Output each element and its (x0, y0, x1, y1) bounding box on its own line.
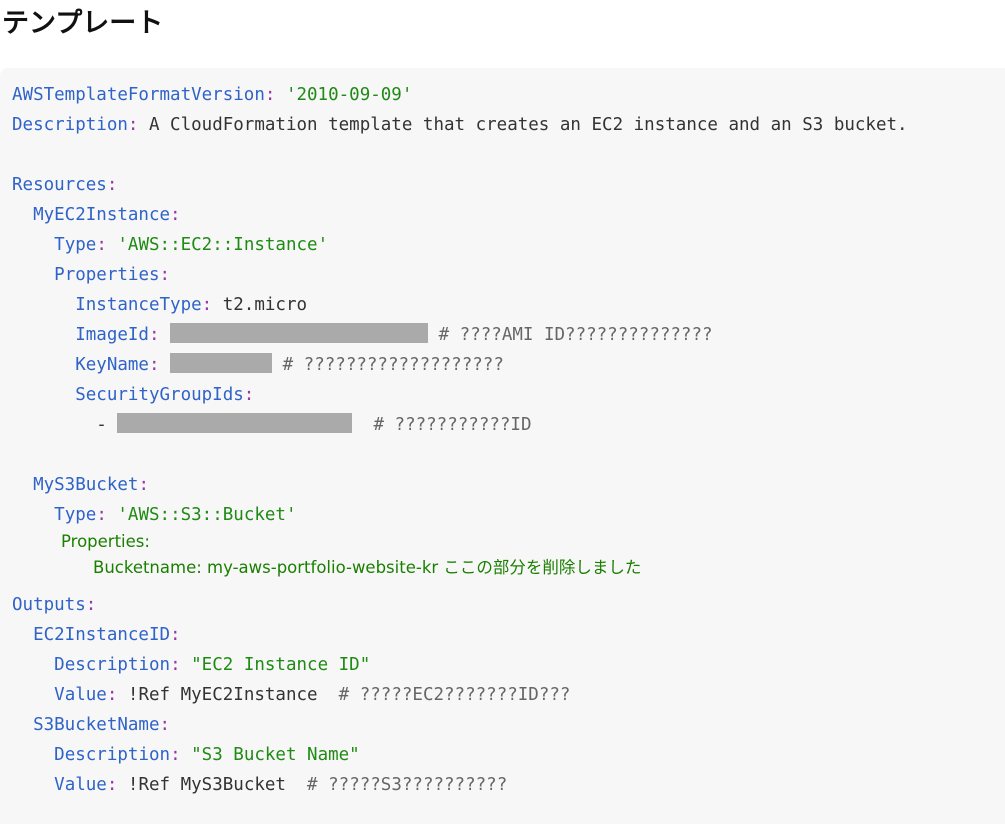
code-line-key-name: KeyName: # ??????????????????? (75, 353, 504, 375)
code-key: MyEC2Instance (33, 205, 171, 225)
code-line-security-group-item: - # ???????????ID (12, 410, 532, 440)
code-line-ec2-output-value: Value: !Ref MyEC2Instance # ?????EC2????… (54, 685, 571, 705)
code-line-security-group-ids: SecurityGroupIds: (75, 385, 255, 405)
code-key: ImageId (75, 325, 149, 345)
code-line-ec2-type: Type: 'AWS::EC2::Instance' (54, 235, 329, 255)
code-value: "EC2 Instance ID" (191, 655, 371, 675)
code-value: 'AWS::S3::Bucket' (117, 505, 297, 525)
code-line-myec2instance: MyEC2Instance: (33, 205, 181, 225)
code-value: t2.micro (222, 295, 308, 315)
code-comment: # ?????EC2???????ID??? (338, 685, 571, 705)
code-value: 'AWS::EC2::Instance' (117, 235, 329, 255)
code-key: Resources (12, 175, 107, 195)
code-line-resources: Resources: (12, 175, 118, 195)
code-line-image-id: ImageId: # ????AMI ID?????????????? (75, 323, 713, 345)
code-line-format-version: AWSTemplateFormatVersion: '2010-09-09' (12, 85, 413, 105)
code-key: Description (12, 115, 128, 135)
code-line-s3-output-description: Description: "S3 Bucket Name" (54, 745, 360, 765)
code-key: Properties (54, 265, 160, 285)
plain-text: Properties: (61, 532, 150, 551)
code-line-s3bucketname: S3BucketName: (33, 715, 171, 735)
code-line-description: Description: A CloudFormation template t… (12, 115, 908, 135)
redacted-value (117, 413, 353, 433)
code-line-ec2-properties: Properties: (54, 265, 171, 285)
redacted-value (170, 353, 273, 373)
page: テンプレート AWSTemplateFormatVersion: '2010-0… (0, 0, 1005, 824)
code-block: AWSTemplateFormatVersion: '2010-09-09' D… (0, 68, 1005, 824)
code-key: KeyName (75, 355, 149, 375)
plain-text: Bucketname: my-aws-portfolio-website-kr (93, 558, 439, 577)
code-key: Type (54, 505, 97, 525)
code-line-s3-type: Type: 'AWS::S3::Bucket' (54, 505, 297, 525)
code-comment: # ??????????????????? (282, 355, 504, 375)
code-key: Description (54, 745, 171, 765)
code-line-ec2-output-description: Description: "EC2 Instance ID" (54, 655, 371, 675)
code-line-bucketname: Bucketname: my-aws-portfolio-website-kr … (93, 553, 641, 583)
code-line-instance-type: InstanceType: t2.micro (75, 295, 308, 315)
code-value: A CloudFormation template that creates a… (148, 115, 908, 135)
code-key: Value (54, 775, 107, 795)
deletion-note: ここの部分を削除しました (443, 558, 642, 577)
code-key: Value (54, 685, 107, 705)
code-key: EC2InstanceID (33, 625, 171, 645)
code-key: Outputs (12, 595, 86, 615)
code-line-outputs: Outputs: (12, 595, 97, 615)
code-key: SecurityGroupIds (75, 385, 244, 405)
code-comment: # ?????S3?????????? (307, 775, 508, 795)
list-dash: - (96, 415, 107, 435)
code-comment: # ????AMI ID?????????????? (438, 325, 713, 345)
code-comment: # ???????????ID (373, 415, 532, 435)
code-line-mys3bucket: MyS3Bucket: (33, 475, 149, 495)
code-value: '2010-09-09' (285, 85, 413, 105)
section-heading: テンプレート (2, 8, 164, 39)
redacted-value (170, 323, 429, 343)
code-line-ec2instanceid: EC2InstanceID: (33, 625, 181, 645)
code-key: AWSTemplateFormatVersion (12, 85, 265, 105)
code-key: Description (54, 655, 171, 675)
code-line-s3-output-value: Value: !Ref MyS3Bucket # ?????S3????????… (54, 775, 508, 795)
code-key: Type (54, 235, 97, 255)
code-value: !Ref MyS3Bucket (127, 775, 286, 795)
code-value: !Ref MyEC2Instance (127, 685, 318, 705)
code-value: "S3 Bucket Name" (191, 745, 360, 765)
code-key: S3BucketName (33, 715, 160, 735)
code-key: InstanceType (75, 295, 202, 315)
code-key: MyS3Bucket (33, 475, 139, 495)
